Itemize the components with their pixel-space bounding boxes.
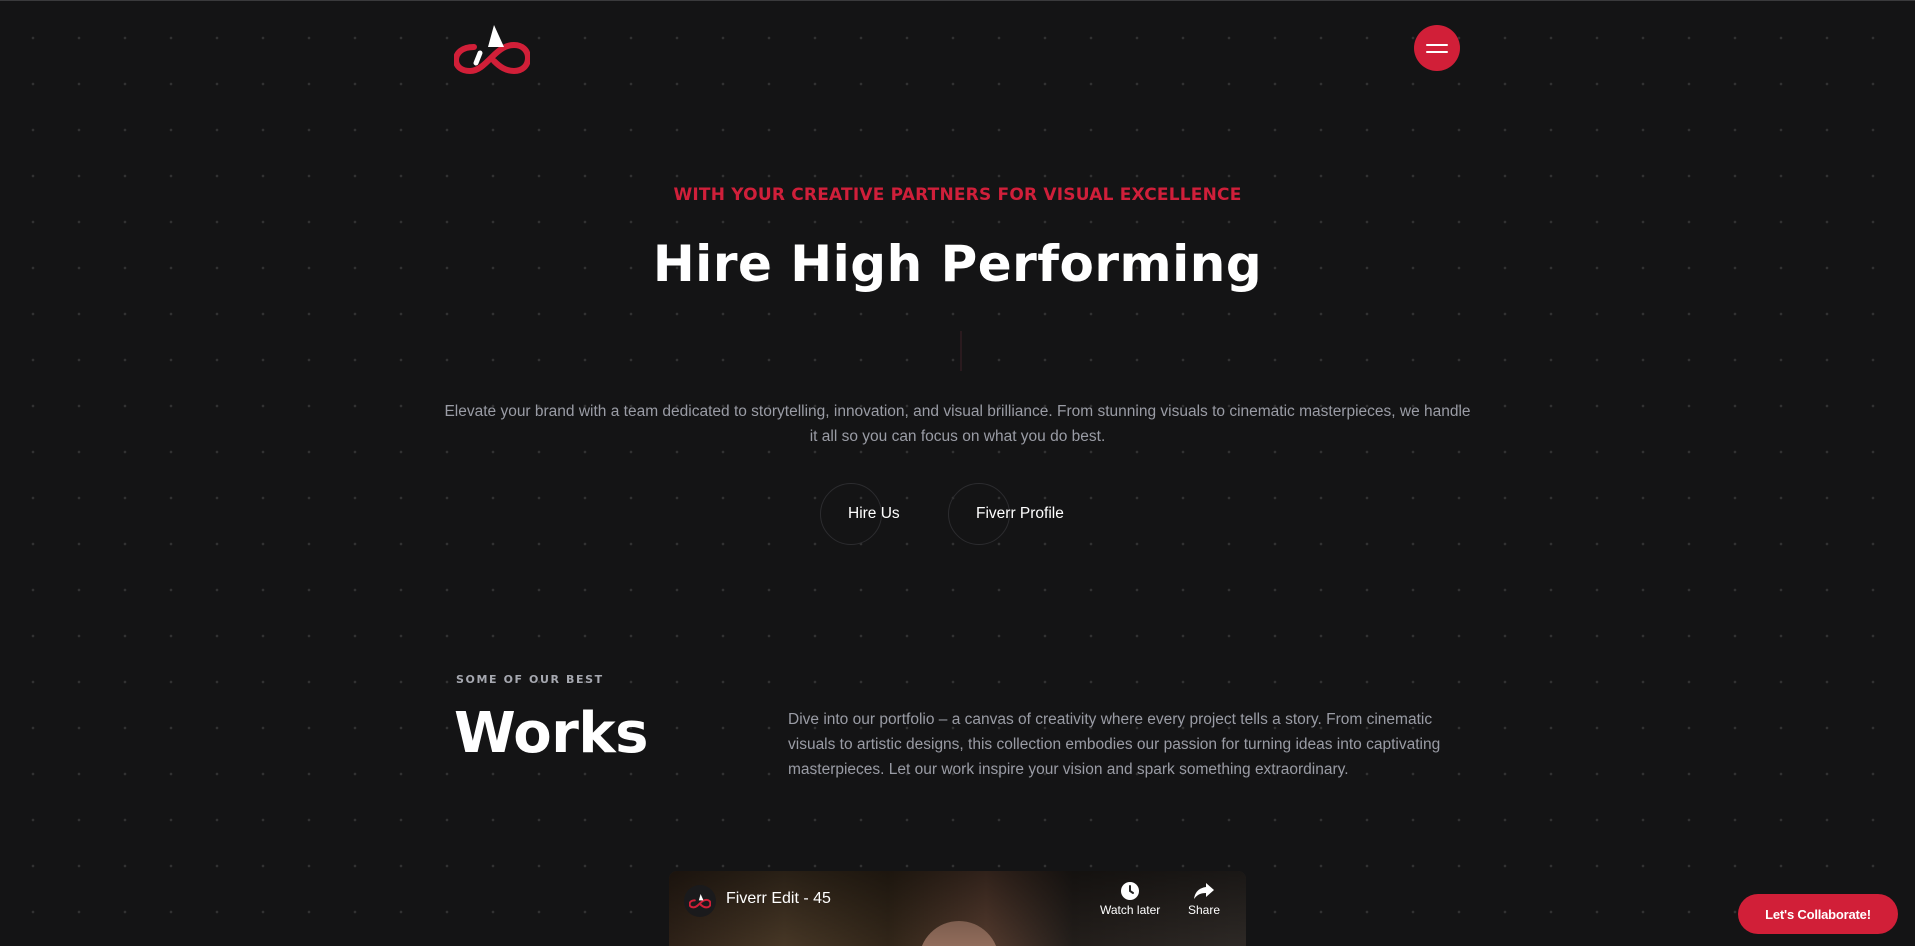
- hamburger-menu-icon: [1426, 43, 1448, 46]
- menu-button[interactable]: [1414, 25, 1460, 71]
- works-description: Dive into our portfolio – a canvas of cr…: [788, 711, 1441, 778]
- channel-avatar[interactable]: [684, 885, 716, 917]
- lets-collaborate-button[interactable]: Let's Collaborate!: [1738, 894, 1898, 934]
- works-eyebrow: SOME OF OUR BEST: [456, 673, 604, 686]
- hero-eyebrow: WITH YOUR CREATIVE PARTNERS FOR VISUAL E…: [673, 185, 1242, 205]
- hamburger-menu-icon-line: [1426, 50, 1448, 53]
- watch-later-label: Watch later: [1100, 903, 1161, 917]
- clock-icon: [1121, 882, 1140, 900]
- hero-description: Elevate your brand with a team dedicated…: [444, 403, 1471, 445]
- fiverr-profile-button-label: Fiverr Profile: [976, 505, 1064, 522]
- share-label: Share: [1188, 903, 1221, 917]
- typing-cursor: [960, 331, 962, 371]
- hire-us-button-label: Hire Us: [848, 505, 900, 522]
- share-icon: [1194, 883, 1215, 899]
- page: WITH YOUR CREATIVE PARTNERS FOR VISUAL E…: [0, 0, 1915, 946]
- works-title: Works: [454, 701, 648, 766]
- video-embed[interactable]: Fiverr Edit - 45 Watch later Share: [669, 871, 1246, 946]
- hire-us-button[interactable]: Hire Us: [820, 483, 900, 545]
- share-button[interactable]: Share: [1188, 881, 1220, 917]
- channel-logo-icon: [689, 894, 711, 909]
- hero-headline: Hire High Performing: [652, 235, 1263, 293]
- video-title[interactable]: Fiverr Edit - 45: [726, 890, 831, 908]
- fiverr-profile-button[interactable]: Fiverr Profile: [948, 483, 1064, 545]
- brand-logo-icon[interactable]: [454, 23, 530, 75]
- watch-later-button[interactable]: Watch later: [1100, 881, 1160, 917]
